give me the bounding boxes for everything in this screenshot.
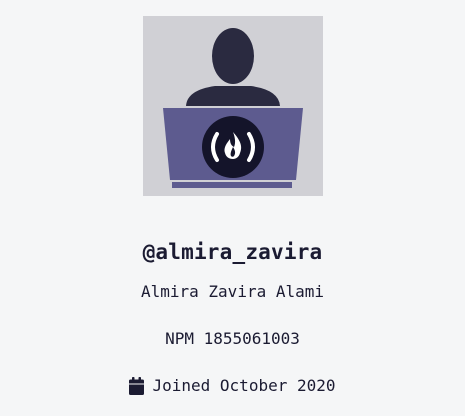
profile-card: @almira_zavira Almira Zavira Alami NPM 1… — [0, 0, 465, 416]
freecodecamp-flame-icon — [202, 116, 264, 178]
full-name: Almira Zavira Alami — [140, 282, 325, 301]
npm-number: NPM 1855061003 — [165, 329, 300, 348]
avatar — [143, 16, 323, 196]
joined-date: Joined October 2020 — [0, 376, 465, 395]
joined-label: Joined October 2020 — [152, 376, 336, 395]
calendar-icon — [129, 376, 145, 395]
user-at-laptop-icon — [163, 28, 303, 188]
username: @almira_zavira — [142, 240, 323, 264]
